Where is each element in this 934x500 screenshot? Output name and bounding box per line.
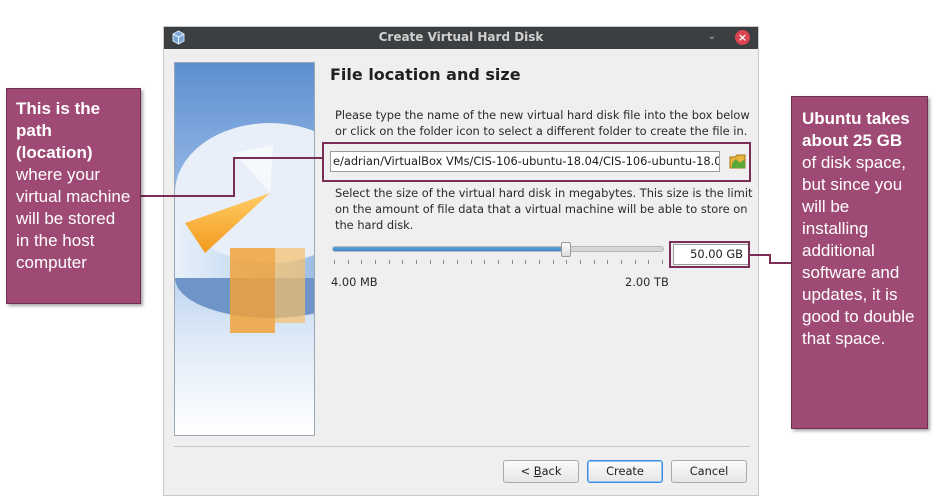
- back-prefix: <: [520, 464, 534, 478]
- slider-fill: [333, 247, 566, 251]
- slider-tick: [443, 260, 445, 264]
- size-annotation: Ubuntu takes about 25 GB of disk space, …: [791, 96, 928, 429]
- path-annotation-text: where your virtual machine will be store…: [16, 165, 131, 272]
- size-slider[interactable]: [332, 242, 664, 257]
- minimize-icon[interactable]: ⌄: [708, 31, 716, 42]
- slider-tick: [525, 260, 527, 264]
- slider-tick: [498, 260, 499, 264]
- path-highlight-box: [322, 142, 751, 182]
- back-label: ack: [541, 464, 562, 478]
- slider-ticks: [334, 260, 663, 265]
- slider-tick: [484, 260, 486, 264]
- slider-tick: [429, 260, 431, 264]
- path-annotation: This is the path (location) where your v…: [6, 88, 141, 304]
- create-button[interactable]: Create: [587, 460, 663, 483]
- slider-tick: [648, 260, 650, 264]
- slider-tick: [662, 260, 663, 264]
- title-bar[interactable]: Create Virtual Hard Disk ⌄ ×: [164, 27, 758, 49]
- slider-tick: [634, 260, 636, 264]
- slider-tick: [470, 260, 472, 264]
- slider-tick: [539, 260, 540, 264]
- size-help-text: Select the size of the virtual hard disk…: [335, 186, 753, 232]
- right-connector-line: [750, 254, 770, 256]
- slider-tick: [334, 260, 335, 264]
- location-help-text: Please type the name of the new virtual …: [335, 108, 750, 138]
- slider-tick: [416, 260, 417, 264]
- hard-disk-illustration: [175, 123, 314, 333]
- size-annotation-text: of disk space, but since you will be ins…: [802, 153, 915, 348]
- back-button[interactable]: < Back: [503, 460, 579, 483]
- wizard-side-image: [174, 62, 315, 436]
- slider-tick: [511, 260, 513, 264]
- slider-max-label: 2.00 TB: [625, 275, 669, 289]
- right-connector-end: [769, 262, 791, 264]
- slider-tick: [607, 260, 609, 264]
- slider-tick: [388, 260, 390, 264]
- size-highlight-box: [669, 241, 750, 268]
- close-icon[interactable]: ×: [735, 30, 750, 45]
- slider-tick: [457, 260, 458, 264]
- back-mnemonic: B: [533, 464, 542, 478]
- slider-tick: [566, 260, 568, 264]
- slider-tick: [552, 260, 554, 264]
- left-connector-line: [141, 195, 234, 197]
- slider-tick: [593, 260, 595, 264]
- slider-tick: [621, 260, 622, 264]
- slider-tick: [375, 260, 376, 264]
- page-title: File location and size: [330, 65, 521, 84]
- slider-handle[interactable]: [560, 242, 571, 257]
- slider-tick: [580, 260, 581, 264]
- slider-tick: [347, 260, 349, 264]
- left-connector-vertical: [233, 157, 235, 197]
- path-annotation-bold: This is the path (location): [16, 99, 101, 162]
- size-annotation-bold: Ubuntu takes about 25 GB: [802, 109, 910, 150]
- slider-tick: [402, 260, 404, 264]
- footer-separator: [174, 446, 750, 447]
- window-title: Create Virtual Hard Disk: [378, 30, 544, 44]
- slider-tick: [361, 260, 363, 264]
- left-connector-top: [233, 157, 323, 159]
- slider-min-label: 4.00 MB: [331, 275, 378, 289]
- cancel-button[interactable]: Cancel: [671, 460, 747, 483]
